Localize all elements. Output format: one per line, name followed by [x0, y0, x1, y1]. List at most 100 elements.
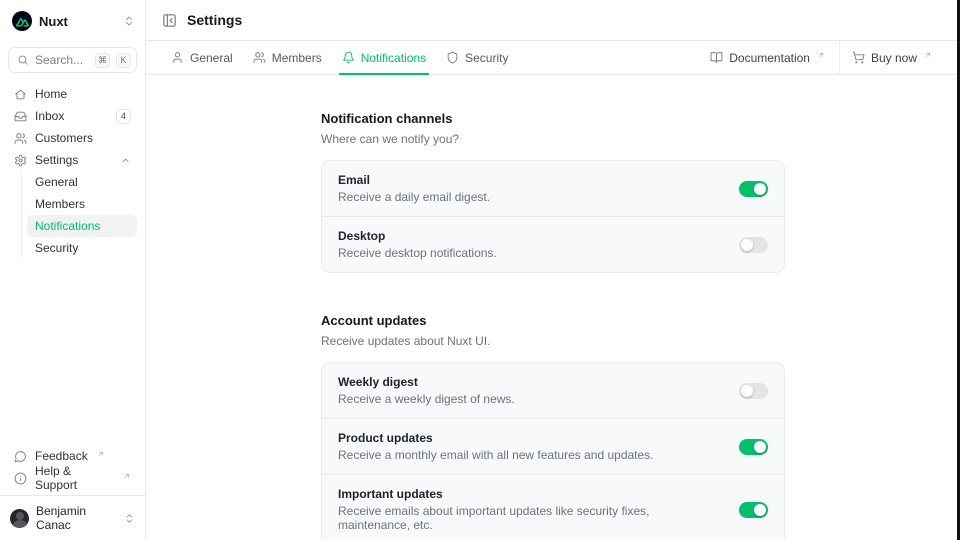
- setting-description: Receive a monthly email with all new fea…: [338, 448, 723, 462]
- shield-icon: [446, 51, 459, 64]
- setting-description: Receive emails about important updates l…: [338, 504, 723, 532]
- setting-row-desktop: Desktop Receive desktop notifications.: [322, 216, 784, 272]
- sidebar-footer: Feedback Help & Support: [0, 445, 145, 495]
- section-subtitle: Receive updates about Nuxt UI.: [321, 334, 785, 348]
- user-icon: [171, 51, 184, 64]
- sidebar-item-settings[interactable]: Settings: [8, 149, 137, 171]
- setting-row-important-updates: Important updates Receive emails about i…: [322, 474, 784, 540]
- weekly-digest-toggle[interactable]: [739, 383, 768, 399]
- nuxt-logo-icon: [12, 11, 32, 31]
- page-title: Settings: [187, 12, 242, 28]
- setting-label: Product updates: [338, 431, 723, 445]
- sidebar-item-label: Notifications: [35, 219, 100, 233]
- kbd-k: K: [116, 53, 131, 68]
- setting-label: Desktop: [338, 229, 723, 243]
- sidebar-item-security[interactable]: Security: [27, 237, 137, 259]
- info-circle-icon: [14, 472, 27, 485]
- sidebar-item-label: Inbox: [35, 109, 108, 123]
- external-link-icon: [97, 450, 105, 458]
- search-placeholder: Search...: [35, 53, 89, 67]
- user-name: Benjamin Canac: [36, 504, 117, 532]
- team-switcher[interactable]: Nuxt: [0, 0, 145, 40]
- sidebar-item-label: Settings: [35, 153, 112, 167]
- footer-link-label: Help & Support: [35, 464, 114, 492]
- tab-notifications[interactable]: Notifications: [333, 41, 435, 74]
- chevrons-up-down-icon: [123, 15, 135, 27]
- main-panel: Settings General Members Notifications S…: [146, 0, 960, 540]
- section-notification-channels: Notification channels Where can we notif…: [321, 111, 785, 273]
- sidebar-item-members[interactable]: Members: [27, 193, 137, 215]
- search-icon: [17, 54, 29, 66]
- settings-card: Email Receive a daily email digest. Desk…: [321, 160, 785, 273]
- chevron-up-icon: [120, 155, 131, 166]
- shopping-cart-icon: [852, 51, 865, 64]
- chevrons-up-down-icon: [124, 513, 135, 524]
- sidebar-item-customers[interactable]: Customers: [8, 127, 137, 149]
- kbd-cmd: ⌘: [95, 53, 110, 68]
- setting-description: Receive a weekly digest of news.: [338, 392, 723, 406]
- sidebar-item-label: Security: [35, 241, 78, 255]
- desktop-toggle[interactable]: [739, 237, 768, 253]
- section-subtitle: Where can we notify you?: [321, 132, 785, 146]
- tab-members[interactable]: Members: [244, 41, 331, 74]
- sidebar-item-label: Members: [35, 197, 85, 211]
- setting-label: Weekly digest: [338, 375, 723, 389]
- message-circle-icon: [14, 450, 27, 463]
- users-icon: [253, 51, 266, 64]
- footer-link-label: Feedback: [35, 449, 88, 463]
- brand-name: Nuxt: [39, 14, 116, 29]
- inbox-icon: [14, 110, 27, 123]
- users-icon: [14, 132, 27, 145]
- setting-label: Important updates: [338, 487, 723, 501]
- inbox-count-badge: 4: [116, 109, 131, 124]
- section-title: Notification channels: [321, 111, 785, 126]
- setting-row-product-updates: Product updates Receive a monthly email …: [322, 418, 784, 474]
- search-input[interactable]: Search... ⌘ K: [8, 47, 137, 73]
- tab-bar: General Members Notifications Security: [146, 41, 960, 75]
- setting-row-weekly-digest: Weekly digest Receive a weekly digest of…: [322, 363, 784, 418]
- external-link-icon: [817, 51, 825, 59]
- avatar: [10, 509, 29, 528]
- section-account-updates: Account updates Receive updates about Nu…: [321, 313, 785, 540]
- sidebar-item-label: Home: [35, 87, 131, 101]
- sidebar-item-label: Customers: [35, 131, 131, 145]
- action-label: Buy now: [871, 51, 917, 65]
- sidebar-item-label: General: [35, 175, 78, 189]
- user-menu[interactable]: Benjamin Canac: [0, 495, 145, 540]
- setting-label: Email: [338, 173, 723, 187]
- settings-card: Weekly digest Receive a weekly digest of…: [321, 362, 785, 540]
- email-toggle[interactable]: [739, 181, 768, 197]
- product-updates-toggle[interactable]: [739, 439, 768, 455]
- sidebar-item-home[interactable]: Home: [8, 83, 137, 105]
- external-link-icon: [924, 51, 932, 59]
- bell-icon: [342, 51, 355, 64]
- sidebar-item-general[interactable]: General: [27, 171, 137, 193]
- tab-label: Security: [465, 51, 508, 65]
- page-header: Settings: [146, 0, 960, 41]
- tab-label: General: [190, 51, 233, 65]
- setting-row-email: Email Receive a daily email digest.: [322, 161, 784, 216]
- tab-label: Members: [272, 51, 322, 65]
- home-icon: [14, 88, 27, 101]
- help-support-link[interactable]: Help & Support: [8, 467, 137, 489]
- tab-label: Notifications: [361, 51, 426, 65]
- sidebar: Nuxt Search... ⌘ K Home Inbox 4: [0, 0, 146, 540]
- tab-general[interactable]: General: [162, 41, 242, 74]
- settings-submenu: General Members Notifications Security: [8, 171, 137, 259]
- section-title: Account updates: [321, 313, 785, 328]
- important-updates-toggle[interactable]: [739, 502, 768, 518]
- action-label: Documentation: [729, 51, 810, 65]
- book-open-icon: [710, 51, 723, 64]
- sidebar-nav: Home Inbox 4 Customers Settings: [0, 83, 145, 259]
- external-link-icon: [123, 472, 131, 480]
- documentation-link[interactable]: Documentation: [698, 41, 837, 74]
- tab-security[interactable]: Security: [437, 41, 517, 74]
- sidebar-item-inbox[interactable]: Inbox 4: [8, 105, 137, 127]
- sidebar-item-notifications[interactable]: Notifications: [27, 215, 137, 237]
- buy-now-link[interactable]: Buy now: [839, 41, 944, 74]
- setting-description: Receive a daily email digest.: [338, 190, 723, 204]
- gear-icon: [14, 154, 27, 167]
- setting-description: Receive desktop notifications.: [338, 246, 723, 260]
- panel-collapse-icon[interactable]: [162, 13, 177, 28]
- content-scroll-area[interactable]: Notification channels Where can we notif…: [146, 75, 960, 540]
